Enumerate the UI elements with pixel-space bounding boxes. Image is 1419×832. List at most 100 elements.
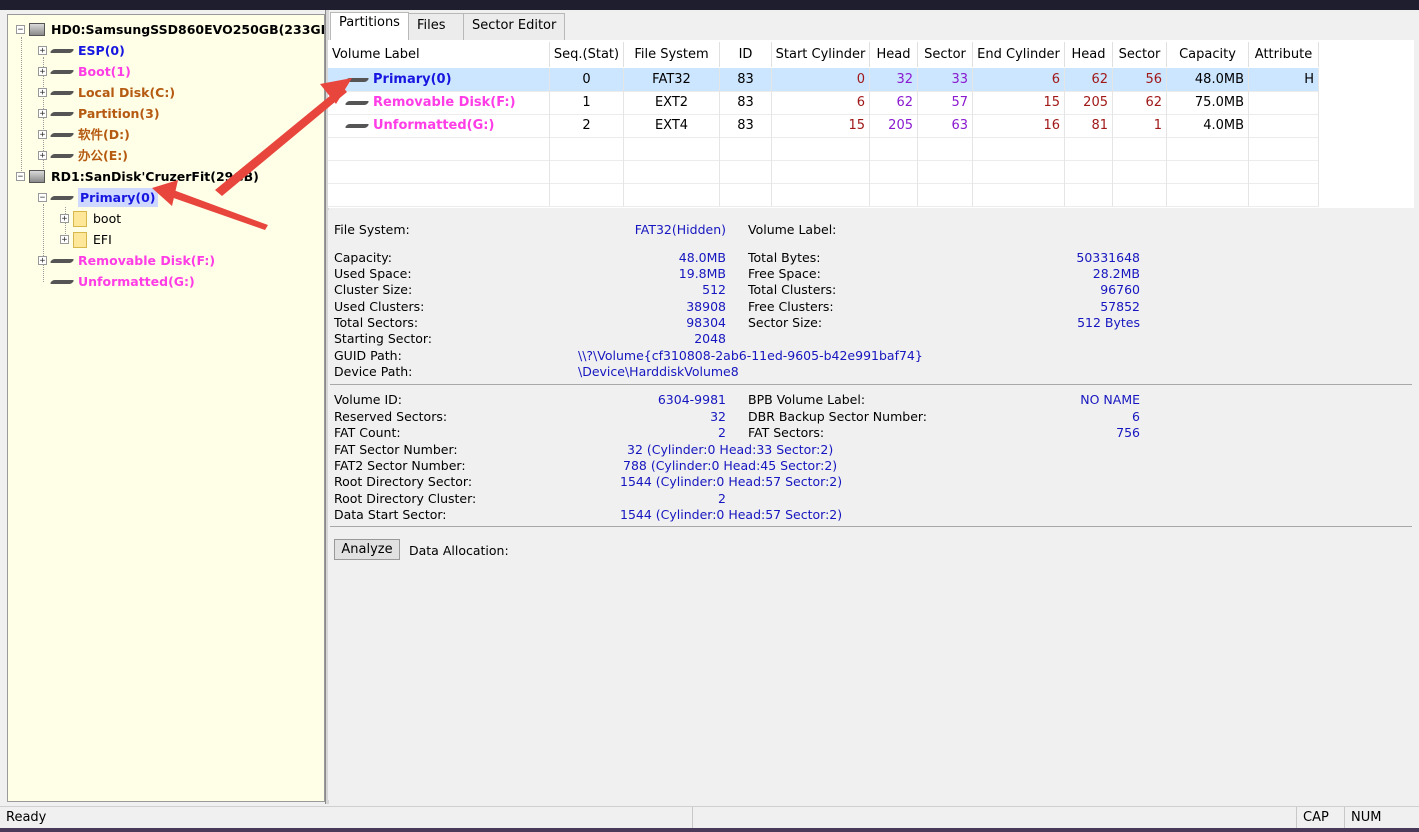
row-label: Primary(0) — [373, 72, 452, 87]
fat2-sector-value: 788 (Cylinder:0 Head:45 Sector:2) — [623, 458, 838, 473]
tree-partition-c[interactable]: + Local Disk(C:) — [38, 83, 175, 102]
tab-partitions[interactable]: Partitions — [330, 12, 409, 40]
tree-partition-primary[interactable]: − Primary(0) — [38, 188, 158, 207]
expand-icon[interactable]: + — [38, 67, 47, 77]
row-fs: FAT32 — [624, 68, 720, 92]
collapse-icon[interactable]: − — [16, 172, 25, 182]
col-volume-label[interactable]: Volume Label — [328, 42, 550, 67]
row-id: 83 — [720, 91, 772, 115]
partition-icon — [51, 89, 73, 97]
free-clusters-label: Free Clusters: — [748, 299, 834, 314]
col-seq[interactable]: Seq.(Stat) — [550, 42, 624, 67]
col-head-end[interactable]: Head — [1065, 42, 1113, 67]
tree-folder-boot[interactable]: + boot — [60, 209, 121, 228]
capacity-value: 48.0MB — [678, 250, 726, 265]
col-sector-end[interactable]: Sector — [1113, 42, 1167, 67]
col-start-cylinder[interactable]: Start Cylinder — [772, 42, 870, 67]
table-row-empty — [328, 160, 1319, 184]
col-attribute[interactable]: Attribute — [1249, 42, 1319, 67]
total-bytes-label: Total Bytes: — [748, 250, 821, 265]
expand-icon[interactable]: + — [38, 256, 47, 266]
total-bytes-value: 50331648 — [1076, 250, 1140, 265]
collapse-icon[interactable]: − — [16, 25, 25, 35]
tree-line — [43, 204, 44, 282]
fat-sector-value: 32 (Cylinder:0 Head:33 Sector:2) — [627, 442, 834, 457]
hard-disk-icon — [29, 23, 45, 36]
partition-label: 办公(E:) — [78, 148, 128, 163]
tree-partition-3[interactable]: + Partition(3) — [38, 104, 160, 123]
tree-partition-unformatted[interactable]: Unformatted(G:) — [51, 272, 195, 291]
tree-folder-efi[interactable]: + EFI — [60, 230, 112, 249]
reserved-sectors-label: Reserved Sectors: — [334, 409, 448, 424]
partition-label: Local Disk(C:) — [78, 85, 176, 100]
row-capacity: 4.0MB — [1167, 114, 1249, 138]
row-head-end: 62 — [1065, 68, 1113, 92]
col-end-cylinder[interactable]: End Cylinder — [973, 42, 1065, 67]
title-bar-strip — [0, 0, 1419, 10]
fat-sectors-value: 756 — [1116, 425, 1140, 440]
col-capacity[interactable]: Capacity — [1167, 42, 1249, 67]
partition-label: ESP(0) — [78, 43, 125, 58]
partition-icon — [51, 257, 73, 265]
device-path-label: Device Path: — [334, 364, 413, 379]
col-file-system[interactable]: File System — [624, 42, 720, 67]
row-sector: 63 — [918, 114, 973, 138]
expand-icon[interactable]: + — [38, 130, 47, 140]
used-clusters-label: Used Clusters: — [334, 299, 425, 314]
disk-tree[interactable]: − HD0:SamsungSSD860EVO250GB(233GB + ESP(… — [7, 14, 325, 802]
partition-table: Volume Label Seq.(Stat) File System ID S… — [328, 40, 1414, 208]
collapse-icon[interactable]: − — [38, 193, 47, 203]
expand-icon[interactable]: + — [38, 88, 47, 98]
expand-icon[interactable]: + — [60, 235, 69, 245]
tab-sector-editor[interactable]: Sector Editor — [462, 13, 566, 40]
tree-partition-e[interactable]: + 办公(E:) — [38, 146, 128, 165]
root-dir-cluster-value: 2 — [718, 491, 726, 506]
cluster-size-label: Cluster Size: — [334, 282, 413, 297]
tree-partition-esp[interactable]: + ESP(0) — [38, 41, 125, 60]
expand-icon[interactable]: + — [38, 109, 47, 119]
table-row[interactable]: Primary(0) 0 FAT32 83 0 32 33 6 62 56 48… — [328, 68, 1319, 92]
analyze-button[interactable]: Analyze — [334, 539, 400, 560]
tree-disk-hd0[interactable]: − HD0:SamsungSSD860EVO250GB(233GB — [16, 20, 324, 39]
partition-icon — [51, 47, 73, 55]
free-space-value: 28.2MB — [1092, 266, 1140, 281]
row-capacity: 48.0MB — [1167, 68, 1249, 92]
volume-id-value: 6304-9981 — [657, 392, 726, 407]
row-end-cyl: 15 — [973, 91, 1065, 115]
row-head-end: 81 — [1065, 114, 1113, 138]
expand-icon[interactable]: + — [38, 46, 47, 56]
tree-partition-d[interactable]: + 软件(D:) — [38, 125, 130, 144]
tab-files[interactable]: Files — [407, 13, 464, 40]
sector-size-value: 512 Bytes — [1077, 315, 1140, 330]
row-sector-end: 62 — [1113, 91, 1167, 115]
table-header: Volume Label Seq.(Stat) File System ID S… — [328, 42, 1319, 67]
table-row[interactable]: Unformatted(G:) 2 EXT4 83 15 205 63 16 8… — [328, 114, 1319, 138]
sector-size-label: Sector Size: — [748, 315, 823, 330]
col-sector[interactable]: Sector — [918, 42, 973, 67]
expand-icon[interactable]: + — [38, 151, 47, 161]
row-start-cyl: 15 — [772, 114, 870, 138]
col-id[interactable]: ID — [720, 42, 772, 67]
tree-partition-boot[interactable]: + Boot(1) — [38, 62, 131, 81]
table-row[interactable]: Removable Disk(F:) 1 EXT2 83 6 62 57 15 … — [328, 91, 1319, 115]
row-attr — [1249, 91, 1319, 115]
tree-partition-removable[interactable]: + Removable Disk(F:) — [38, 251, 215, 270]
row-head-end: 205 — [1065, 91, 1113, 115]
dbr-backup-label: DBR Backup Sector Number: — [748, 409, 928, 424]
partition-icon — [51, 152, 73, 160]
row-head: 205 — [870, 114, 918, 138]
partition-icon — [346, 76, 368, 84]
fat-count-value: 2 — [718, 425, 726, 440]
partition-icon — [51, 278, 73, 286]
expand-icon[interactable]: + — [60, 214, 69, 224]
data-start-sector-value: 1544 (Cylinder:0 Head:57 Sector:2) — [620, 507, 843, 522]
tree-disk-rd1[interactable]: − RD1:SanDisk'CruzerFit(29GB) — [16, 167, 259, 186]
partition-label: Boot(1) — [78, 64, 131, 79]
row-start-cyl: 0 — [772, 68, 870, 92]
partition-icon — [51, 131, 73, 139]
folder-label: boot — [93, 211, 122, 226]
col-head[interactable]: Head — [870, 42, 918, 67]
bpb-volume-label-value: NO NAME — [1080, 392, 1140, 407]
row-sector-end: 56 — [1113, 68, 1167, 92]
partition-details: File System: FAT32(Hidden) Volume Label:… — [328, 210, 1414, 800]
